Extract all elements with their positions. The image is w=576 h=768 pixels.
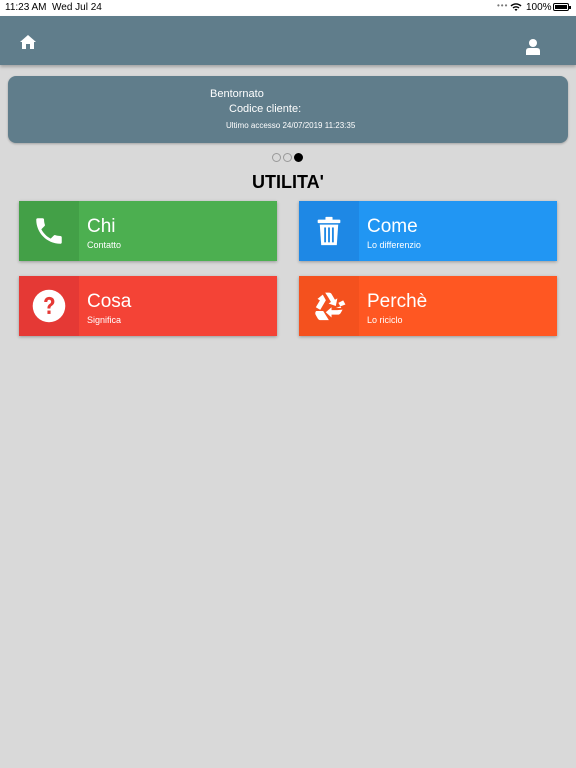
- tile-perche[interactable]: Perchè Lo riciclo: [299, 276, 557, 336]
- tile-title: Perchè: [367, 291, 428, 312]
- welcome-card: Bentornato Codice cliente: Ultimo access…: [8, 76, 568, 143]
- tile-come[interactable]: Come Lo differenzio: [299, 201, 557, 261]
- tile-chi[interactable]: Chi Contatto: [19, 201, 277, 261]
- tile-title: Come: [367, 216, 418, 237]
- pager-dot[interactable]: [283, 153, 292, 162]
- tile-subtitle: Significa: [87, 315, 122, 325]
- phone-icon: [36, 218, 62, 244]
- tile-title: Chi: [87, 216, 116, 237]
- wifi-icon: [510, 3, 522, 11]
- tile-subtitle: Lo differenzio: [367, 240, 421, 250]
- welcome-greeting: Bentornato: [210, 88, 264, 100]
- user-icon[interactable]: [526, 39, 540, 55]
- tile-icon-box: [19, 276, 79, 336]
- pager-dot[interactable]: [272, 153, 281, 162]
- battery-icon: [553, 3, 571, 11]
- tile-icon-box: [19, 201, 79, 261]
- battery-percent: 100%: [526, 2, 552, 13]
- last-access-text: Ultimo accesso 24/07/2019 11:23:35: [226, 121, 356, 130]
- question-icon: [32, 289, 66, 323]
- recycle-icon: [315, 292, 346, 321]
- multitasking-dots-icon: •••: [497, 1, 509, 10]
- status-date: Wed Jul 24: [52, 2, 102, 13]
- top-navbar: [0, 16, 576, 65]
- tile-subtitle: Lo riciclo: [367, 315, 403, 325]
- tile-icon-box: [299, 201, 359, 261]
- tile-title: Cosa: [87, 291, 132, 312]
- trash-icon: [317, 216, 341, 246]
- section-title: UTILITA': [252, 172, 324, 192]
- status-bar: 11:23 AM Wed Jul 24 ••• 100%: [0, 0, 576, 16]
- customer-code-label: Codice cliente:: [229, 103, 302, 115]
- tile-icon-box: [299, 276, 359, 336]
- tile-subtitle: Contatto: [87, 240, 122, 250]
- home-icon[interactable]: [20, 35, 36, 49]
- tile-cosa[interactable]: Cosa Significa: [19, 276, 277, 336]
- status-time: 11:23 AM: [5, 2, 47, 13]
- pager-dot-active[interactable]: [294, 153, 303, 162]
